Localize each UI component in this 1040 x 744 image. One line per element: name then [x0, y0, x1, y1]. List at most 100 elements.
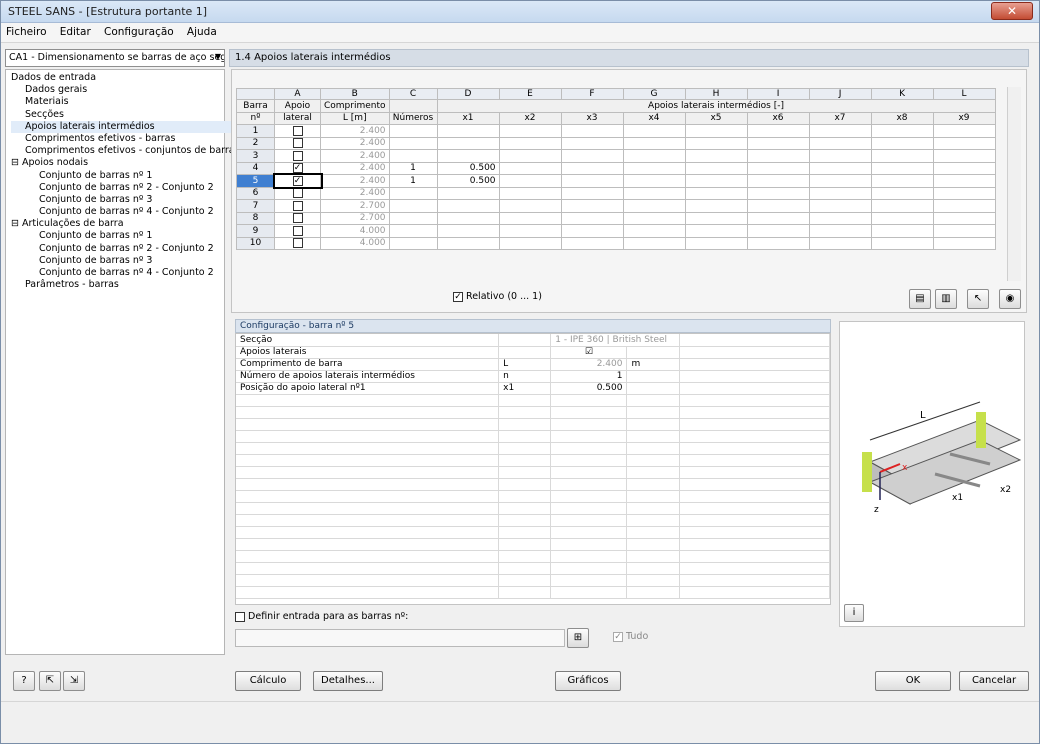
- position-cell[interactable]: [498, 236, 562, 250]
- position-cell[interactable]: [498, 224, 562, 238]
- position-cell[interactable]: [622, 224, 686, 238]
- case-select[interactable]: CA1 - Dimensionamento se barras de aço s…: [5, 49, 225, 67]
- lateral-support-cell[interactable]: ✓: [272, 172, 323, 189]
- position-cell[interactable]: [932, 199, 996, 213]
- count-cell[interactable]: [388, 199, 438, 213]
- tree-item[interactable]: Dados gerais: [11, 84, 240, 96]
- config-row[interactable]: Posição do apoio lateral nº1 x1 0.500: [236, 382, 831, 395]
- position-cell[interactable]: [808, 136, 872, 150]
- position-cell[interactable]: [498, 136, 562, 150]
- ok-button[interactable]: OK: [875, 671, 951, 691]
- position-cell[interactable]: [622, 149, 686, 163]
- tree-item[interactable]: Conjunto de barras nº 2 - Conjunto 2: [11, 243, 240, 255]
- position-cell[interactable]: [808, 124, 872, 138]
- length-cell[interactable]: 4.000: [320, 224, 390, 238]
- position-cell[interactable]: [684, 161, 748, 175]
- position-cell[interactable]: [684, 124, 748, 138]
- graficos-button[interactable]: Gráficos: [555, 671, 621, 691]
- lateral-support-checkbox[interactable]: [292, 200, 303, 211]
- table-row[interactable]: 8 2.700: [236, 211, 996, 225]
- tudo-option[interactable]: ✓ Tudo: [613, 631, 648, 642]
- import-icon[interactable]: ⇲: [63, 671, 85, 691]
- position-cell[interactable]: [498, 199, 562, 213]
- x1-cell[interactable]: 0.500: [436, 174, 500, 188]
- position-cell[interactable]: [622, 186, 686, 200]
- position-cell[interactable]: [684, 224, 748, 238]
- x1-cell[interactable]: [436, 149, 500, 163]
- position-cell[interactable]: [870, 149, 934, 163]
- position-cell[interactable]: [808, 161, 872, 175]
- pick-members-icon[interactable]: ⊞: [567, 628, 589, 648]
- define-checkbox[interactable]: [235, 611, 245, 622]
- x1-cell[interactable]: [436, 211, 500, 225]
- table-row[interactable]: 6 2.400: [236, 186, 996, 200]
- position-cell[interactable]: [684, 211, 748, 225]
- config-row[interactable]: Comprimento de barra L 2.400 m: [236, 358, 831, 371]
- tree-item[interactable]: Comprimentos efetivos - barras: [11, 133, 240, 145]
- members-input[interactable]: [235, 629, 565, 647]
- position-cell[interactable]: [746, 136, 810, 150]
- position-cell[interactable]: [870, 211, 934, 225]
- position-cell[interactable]: [870, 174, 934, 188]
- calculo-button[interactable]: Cálculo: [235, 671, 301, 691]
- position-cell[interactable]: [932, 136, 996, 150]
- position-cell[interactable]: [684, 174, 748, 188]
- position-cell[interactable]: [870, 199, 934, 213]
- lateral-support-cell[interactable]: ✓: [274, 161, 321, 175]
- position-cell[interactable]: [932, 149, 996, 163]
- position-cell[interactable]: [684, 236, 748, 250]
- position-cell[interactable]: [560, 136, 624, 150]
- position-cell[interactable]: [560, 174, 624, 188]
- tree-item[interactable]: Materiais: [11, 96, 240, 108]
- position-cell[interactable]: [560, 224, 624, 238]
- count-cell[interactable]: [388, 149, 438, 163]
- position-cell[interactable]: [746, 161, 810, 175]
- select-member-icon[interactable]: ↖: [967, 289, 989, 309]
- lateral-support-cell[interactable]: [274, 149, 321, 163]
- tudo-checkbox[interactable]: ✓: [613, 631, 623, 642]
- menu-configuracao[interactable]: Configuração: [99, 23, 179, 38]
- table-row[interactable]: 3 2.400: [236, 149, 996, 163]
- length-cell[interactable]: 2.700: [320, 211, 390, 225]
- menu-ajuda[interactable]: Ajuda: [182, 23, 222, 38]
- lateral-support-cell[interactable]: [274, 211, 321, 225]
- position-cell[interactable]: [746, 199, 810, 213]
- lateral-support-cell[interactable]: [274, 199, 321, 213]
- position-cell[interactable]: [808, 199, 872, 213]
- position-cell[interactable]: [808, 211, 872, 225]
- position-cell[interactable]: [808, 236, 872, 250]
- position-cell[interactable]: [746, 149, 810, 163]
- position-cell[interactable]: [560, 236, 624, 250]
- lateral-support-cell[interactable]: [274, 186, 321, 200]
- position-cell[interactable]: [622, 136, 686, 150]
- menu-editar[interactable]: Editar: [55, 23, 96, 38]
- count-cell[interactable]: [388, 211, 438, 225]
- position-cell[interactable]: [560, 161, 624, 175]
- position-cell[interactable]: [932, 161, 996, 175]
- x1-cell[interactable]: [436, 186, 500, 200]
- position-cell[interactable]: [622, 174, 686, 188]
- position-cell[interactable]: [870, 124, 934, 138]
- tree-item[interactable]: Apoios laterais intermédios: [11, 120, 240, 133]
- x1-cell[interactable]: [436, 124, 500, 138]
- config-tab[interactable]: Configuração - barra nº 5: [235, 319, 831, 333]
- length-cell[interactable]: 4.000: [320, 236, 390, 250]
- config-row[interactable]: Secção 1 - IPE 360 | British Steel: [236, 334, 831, 347]
- x1-cell[interactable]: [436, 236, 500, 250]
- table-row[interactable]: 2 2.400: [236, 136, 996, 150]
- count-cell[interactable]: [388, 186, 438, 200]
- lateral-support-checkbox[interactable]: ✓: [292, 163, 303, 173]
- tree-item[interactable]: Dados de entrada: [11, 72, 240, 84]
- tree-item[interactable]: Conjunto de barras nº 3: [11, 255, 240, 267]
- count-cell[interactable]: [388, 224, 438, 238]
- tree-item[interactable]: Conjunto de barras nº 3: [11, 194, 240, 206]
- length-cell[interactable]: 2.400: [320, 124, 390, 138]
- position-cell[interactable]: [560, 186, 624, 200]
- lateral-support-checkbox[interactable]: [292, 125, 303, 136]
- position-cell[interactable]: [498, 186, 562, 200]
- position-cell[interactable]: [808, 186, 872, 200]
- position-cell[interactable]: [746, 186, 810, 200]
- lateral-support-cell[interactable]: [274, 224, 321, 238]
- position-cell[interactable]: [622, 199, 686, 213]
- lateral-support-cell[interactable]: [274, 236, 321, 250]
